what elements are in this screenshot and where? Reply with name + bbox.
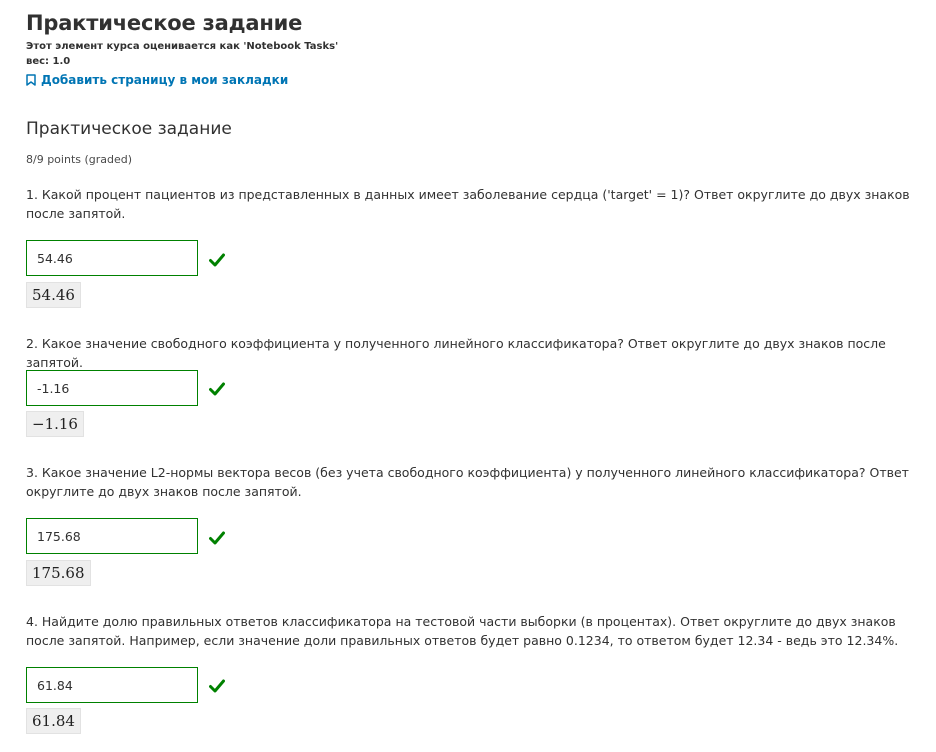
question-text: 1. Какой процент пациентов из представле… — [26, 187, 910, 221]
question-text: 3. Какое значение L2-нормы вектора весов… — [26, 465, 909, 499]
math-preview: 61.84 — [26, 708, 81, 734]
checkmark-icon — [209, 531, 225, 545]
math-preview: 175.68 — [26, 560, 91, 586]
answer-input[interactable]: 61.84 — [26, 667, 198, 703]
bookmark-label: Добавить страницу в мои закладки — [41, 73, 289, 87]
question-text: 2. Какое значение свободного коэффициент… — [26, 336, 886, 370]
problem-title: Практическое задание — [26, 119, 232, 139]
answer-input[interactable]: 54.46 — [26, 240, 198, 276]
problem-points: 8/9 points (graded) — [26, 153, 133, 166]
answer-input[interactable]: 175.68 — [26, 518, 198, 554]
grading-info: Этот элемент курса оценивается как 'Note… — [26, 39, 338, 69]
answer-input[interactable]: -1.16 — [26, 370, 198, 406]
math-preview: −1.16 — [26, 411, 84, 437]
math-preview: 54.46 — [26, 282, 81, 308]
unit-title: Практическое задание — [26, 11, 303, 35]
weight-text: вес: 1.0 — [26, 56, 71, 67]
checkmark-icon — [209, 253, 225, 267]
bookmark-link[interactable]: Добавить страницу в мои закладки — [26, 73, 288, 87]
bookmark-icon — [26, 74, 36, 86]
checkmark-icon — [209, 679, 225, 693]
checkmark-icon — [209, 382, 225, 396]
question-text: 4. Найдите долю правильных ответов класс… — [26, 614, 899, 648]
graded-as-text: Этот элемент курса оценивается как 'Note… — [26, 41, 339, 52]
